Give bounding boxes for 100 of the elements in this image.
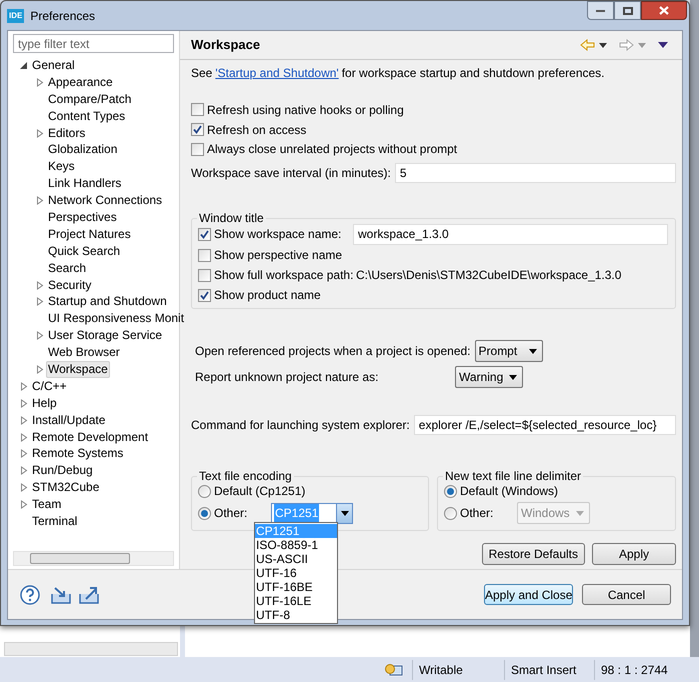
dropdown-option[interactable]: UTF-16BE xyxy=(255,580,337,594)
tree-item[interactable]: Compare/Patch xyxy=(46,90,134,108)
radio-button[interactable] xyxy=(444,484,457,498)
tree-item[interactable]: Editors xyxy=(46,124,88,142)
tree-item[interactable]: Run/Debug xyxy=(30,462,95,480)
tree-item[interactable]: Network Connections xyxy=(46,192,164,210)
tree-item[interactable]: Security xyxy=(46,276,94,294)
tree-item[interactable]: Web Browser xyxy=(46,344,122,362)
checkbox-label: Show product name xyxy=(214,287,321,304)
tree-item[interactable]: General xyxy=(30,56,77,74)
import-icon[interactable] xyxy=(50,584,72,604)
dropdown[interactable]: Prompt xyxy=(474,340,543,362)
scrollbar[interactable] xyxy=(4,642,178,656)
radio-label: Default (Windows) xyxy=(460,483,558,500)
tree-item[interactable]: Link Handlers xyxy=(46,175,124,192)
intro-text: See xyxy=(191,65,212,82)
collapsed-arrow-icon[interactable] xyxy=(20,398,28,408)
checkbox-label: Show workspace name: xyxy=(214,226,342,244)
radio-label: Other: xyxy=(214,505,248,522)
action-button[interactable]: Apply xyxy=(592,543,676,566)
startup-shutdown-link[interactable]: 'Startup and Shutdown' xyxy=(215,64,339,82)
tree-item[interactable]: Content Types xyxy=(46,108,128,125)
dropdown-option[interactable]: US-ASCII xyxy=(255,552,337,566)
filter-field[interactable]: type filter text xyxy=(13,34,174,53)
close-button[interactable] xyxy=(641,1,687,20)
collapsed-arrow-icon[interactable] xyxy=(20,466,28,476)
tree-item[interactable]: Appearance xyxy=(46,74,115,91)
collapsed-arrow-icon[interactable] xyxy=(36,364,44,374)
collapsed-arrow-icon[interactable] xyxy=(20,432,28,442)
checkbox[interactable] xyxy=(191,103,204,116)
dropdown-option[interactable]: UTF-16LE xyxy=(255,594,337,608)
tree-item[interactable]: STM32Cube xyxy=(30,479,102,496)
checkbox[interactable] xyxy=(198,288,211,302)
checkbox[interactable] xyxy=(198,268,211,282)
expanded-arrow-icon[interactable] xyxy=(20,60,28,70)
tree-item[interactable]: Install/Update xyxy=(30,412,108,429)
status-text: Smart Insert xyxy=(504,660,594,680)
save-interval-field[interactable]: 5 xyxy=(394,163,676,184)
checkbox-label: Refresh on access xyxy=(207,122,306,139)
tree-item[interactable]: Perspectives xyxy=(46,208,119,226)
collapsed-arrow-icon[interactable] xyxy=(20,500,28,510)
field-label: Report unknown project nature as: xyxy=(195,369,380,386)
tree-item[interactable]: C/C++ xyxy=(30,378,69,395)
checkbox[interactable] xyxy=(191,142,204,156)
caret-icon xyxy=(528,348,537,354)
collapsed-arrow-icon[interactable] xyxy=(36,78,44,87)
minimize-button[interactable] xyxy=(587,1,614,20)
maximize-button[interactable] xyxy=(614,1,641,20)
explorer-command-field[interactable]: explorer /E,/select=${selected_resource_loc} xyxy=(414,415,676,436)
checkbox[interactable] xyxy=(191,123,204,136)
dialog-button[interactable]: Cancel xyxy=(582,584,671,605)
status-text: Writable xyxy=(412,660,504,680)
collapsed-arrow-icon[interactable] xyxy=(20,449,28,458)
action-button[interactable]: Restore Defaults xyxy=(482,543,585,566)
menu-icon[interactable] xyxy=(658,42,668,48)
collapsed-arrow-icon[interactable] xyxy=(20,483,28,492)
checkbox[interactable] xyxy=(198,248,211,262)
close-icon xyxy=(659,6,669,15)
checkbox-label: Refresh using native hooks or polling xyxy=(207,102,404,119)
tree-item[interactable]: Quick Search xyxy=(46,242,122,260)
collapsed-arrow-icon[interactable] xyxy=(36,196,44,206)
tree-item[interactable]: Globalization xyxy=(46,141,120,158)
tree-item[interactable]: Help xyxy=(30,394,59,412)
tree-item[interactable]: Keys xyxy=(46,158,77,176)
export-icon[interactable] xyxy=(78,584,100,604)
checkbox[interactable] xyxy=(198,228,211,241)
workspace-name-field[interactable]: workspace_1.3.0 xyxy=(353,224,668,245)
dropdown-option[interactable]: UTF-8 xyxy=(255,608,337,622)
tree-item[interactable]: Remote Development xyxy=(30,428,150,446)
collapsed-arrow-icon[interactable] xyxy=(36,331,44,340)
dropdown-option[interactable]: UTF-16 xyxy=(255,566,337,580)
tree-item[interactable]: User Storage Service xyxy=(46,327,164,344)
dialog-button[interactable]: Apply and Close xyxy=(484,584,573,605)
dropdown[interactable]: Warning xyxy=(455,366,523,388)
forward-arrow-icon[interactable] xyxy=(619,39,634,51)
collapsed-arrow-icon[interactable] xyxy=(36,297,44,306)
tree-item[interactable]: Search xyxy=(46,260,88,277)
workspace-path: C:\Users\Denis\STM32CubeIDE\workspace_1.3.0 xyxy=(356,267,622,284)
tree-item[interactable]: UI Responsiveness Monit xyxy=(46,310,186,328)
radio-button[interactable] xyxy=(198,484,211,498)
collapsed-arrow-icon[interactable] xyxy=(20,416,28,425)
field-label: Command for launching system explorer: xyxy=(191,417,411,434)
collapsed-arrow-icon[interactable] xyxy=(20,382,28,391)
tree-item[interactable]: Terminal xyxy=(30,513,80,530)
field-label: Open referenced projects when a project is opened: xyxy=(195,343,472,360)
dropdown-icon[interactable] xyxy=(599,42,607,48)
radio-label: Other: xyxy=(460,505,494,522)
radio-button[interactable] xyxy=(198,506,211,520)
help-icon[interactable] xyxy=(20,584,40,604)
monitor-icon[interactable] xyxy=(384,662,404,678)
collapsed-arrow-icon[interactable] xyxy=(36,128,44,138)
tree-item[interactable]: Remote Systems xyxy=(30,445,126,462)
dropdown-option[interactable]: ISO-8859-1 xyxy=(255,538,337,552)
tree-item[interactable]: Team xyxy=(30,496,64,514)
tree-item[interactable]: Project Natures xyxy=(46,226,133,243)
tree-item[interactable]: Startup and Shutdown xyxy=(46,293,169,310)
collapsed-arrow-icon[interactable] xyxy=(36,280,44,290)
scrollbar[interactable] xyxy=(13,551,174,566)
tree-item[interactable]: Workspace xyxy=(46,360,110,378)
group-title: Text file encoding xyxy=(197,468,294,484)
